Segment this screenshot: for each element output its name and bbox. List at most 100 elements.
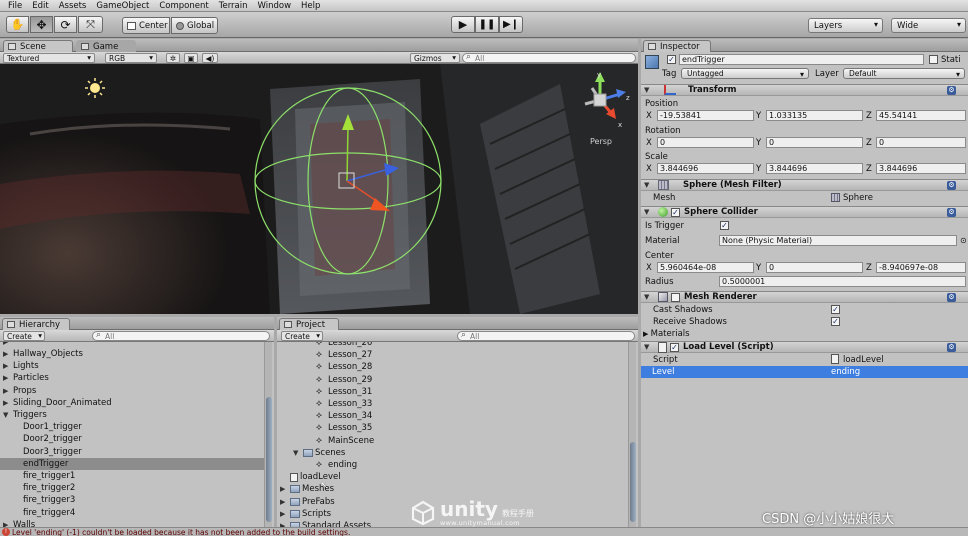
menu-item-assets[interactable]: Assets (54, 1, 92, 11)
space-global-button[interactable]: Global (171, 17, 218, 34)
fold-arrow-icon[interactable]: ▶ (3, 374, 13, 382)
layer-dropdown[interactable]: Default (843, 68, 965, 79)
tab-project[interactable]: Project (279, 318, 339, 330)
level-value[interactable]: ending (831, 367, 860, 377)
scale-z-field[interactable]: 3.844696 (876, 163, 966, 174)
scene-fx-toggle[interactable]: ▣ (184, 53, 198, 63)
physic-material-field[interactable]: None (Physic Material) (719, 235, 957, 246)
gizmos-dropdown[interactable]: Gizmos ▾ (410, 53, 460, 63)
center-y-field[interactable]: 0 (766, 262, 863, 273)
transform-header[interactable]: ▼ Transform (641, 84, 968, 96)
hierarchy-create-dropdown[interactable]: Create ▾ (3, 331, 45, 341)
center-x-field[interactable]: 5.960464e-08 (657, 262, 754, 273)
mesh-value[interactable]: Sphere (843, 193, 873, 203)
fold-arrow-icon[interactable]: ▼ (293, 449, 303, 457)
project-item[interactable]: ⟡ MainScene (277, 435, 627, 447)
scene-search-input[interactable]: All (462, 52, 636, 63)
project-item[interactable]: ⟡ Lesson_28 (277, 361, 627, 373)
menu-item-component[interactable]: Component (154, 1, 213, 11)
static-checkbox[interactable] (929, 55, 938, 64)
hierarchy-item[interactable]: ▼ Triggers (0, 409, 264, 421)
status-bar[interactable]: Level 'ending' (-1) couldn't be loaded b… (0, 527, 968, 536)
layout-dropdown[interactable]: Wide (891, 18, 966, 33)
project-item[interactable]: ⟡ Lesson_35 (277, 422, 627, 434)
scene-audio-toggle[interactable]: ◀) (202, 53, 218, 63)
hierarchy-item[interactable]: fire_trigger2 (0, 482, 264, 494)
step-button[interactable]: ▶❙ (499, 16, 523, 33)
hierarchy-item[interactable]: fire_trigger1 (0, 470, 264, 482)
hierarchy-scrollbar[interactable] (264, 342, 272, 527)
scene-lighting-toggle[interactable]: ✲ (166, 53, 180, 63)
fold-arrow-icon[interactable]: ▶ (3, 387, 13, 395)
mesh-renderer-header[interactable]: ▼ Mesh Renderer (641, 291, 968, 303)
tab-inspector[interactable]: Inspector (643, 40, 711, 52)
hierarchy-item[interactable]: ▶ Hallway_Objects (0, 348, 264, 360)
sun-light-gizmo[interactable] (85, 78, 105, 98)
menu-item-window[interactable]: Window (253, 1, 297, 11)
fold-arrow-icon[interactable]: ▶ (280, 498, 290, 506)
receive-shadows-checkbox[interactable]: ✓ (831, 317, 840, 326)
scale-y-field[interactable]: 3.844696 (766, 163, 863, 174)
rotation-x-field[interactable]: 0 (657, 137, 754, 148)
project-create-dropdown[interactable]: Create ▾ (281, 331, 323, 341)
rotation-y-field[interactable]: 0 (766, 137, 863, 148)
tab-hierarchy[interactable]: Hierarchy (2, 318, 70, 330)
tab-game[interactable]: Game (76, 40, 136, 52)
project-item[interactable]: ⟡ Lesson_31 (277, 386, 627, 398)
fold-arrow-icon[interactable]: ▶ (3, 350, 13, 358)
project-item[interactable]: ⟡ Lesson_26 (277, 342, 627, 349)
move-tool-button[interactable]: ✥ (30, 16, 53, 33)
is-trigger-checkbox[interactable]: ✓ (720, 221, 729, 230)
mesh-filter-header[interactable]: ▼ Sphere (Mesh Filter) (641, 179, 968, 191)
project-item[interactable]: ⟡ Lesson_33 (277, 398, 627, 410)
position-y-field[interactable]: 1.033135 (766, 110, 863, 121)
project-item[interactable]: ▶ Meshes (277, 483, 627, 495)
transform-gear-icon[interactable]: ⚙ (947, 86, 956, 95)
hierarchy-search-input[interactable]: All (92, 330, 270, 341)
hierarchy-item[interactable]: ▶ Particles (0, 372, 264, 384)
rotation-z-field[interactable]: 0 (876, 137, 966, 148)
pause-button[interactable]: ❚❚ (475, 16, 499, 33)
gameobject-name-field[interactable]: endTrigger (679, 54, 924, 65)
gameobject-active-checkbox[interactable]: ✓ (667, 55, 676, 64)
hierarchy-item[interactable]: ▶ Sliding_Door_Animated (0, 397, 264, 409)
fold-arrow-icon[interactable]: ▶ (3, 399, 13, 407)
load-level-gear-icon[interactable]: ⚙ (947, 343, 956, 352)
sphere-collider-header[interactable]: ▼ ✓ Sphere Collider (641, 206, 968, 218)
project-scrollbar[interactable] (628, 342, 636, 527)
position-x-field[interactable]: -19.53841 (657, 110, 754, 121)
tag-dropdown[interactable]: Untagged (681, 68, 809, 79)
load-level-header[interactable]: ▼ ✓ Load Level (Script) (641, 341, 968, 353)
load-level-enabled-checkbox[interactable]: ✓ (670, 342, 679, 352)
menu-item-terrain[interactable]: Terrain (214, 1, 253, 11)
mesh-filter-gear-icon[interactable]: ⚙ (947, 181, 956, 190)
hierarchy-item[interactable]: fire_trigger3 (0, 494, 264, 506)
pivot-center-button[interactable]: Center (122, 17, 170, 34)
project-item[interactable]: ⟡ ending (277, 459, 627, 471)
scale-x-field[interactable]: 3.844696 (657, 163, 754, 174)
fold-arrow-icon[interactable]: ▶ (3, 362, 13, 370)
menu-item-gameobject[interactable]: GameObject (91, 1, 154, 11)
render-mode-dropdown[interactable]: Textured ▾ (3, 53, 95, 63)
hierarchy-item[interactable]: Door1_trigger (0, 421, 264, 433)
project-item[interactable]: ⟡ Lesson_29 (277, 374, 627, 386)
hierarchy-item[interactable]: endTrigger (0, 457, 264, 470)
fold-arrow-icon[interactable]: ▶ (280, 510, 290, 518)
hierarchy-item[interactable]: fire_trigger4 (0, 507, 264, 519)
hand-tool-button[interactable]: ✋ (6, 16, 29, 33)
radius-field[interactable]: 0.5000001 (719, 276, 966, 287)
hierarchy-item[interactable]: ▶ Walls (0, 519, 264, 527)
hierarchy-scroll-thumb[interactable] (266, 397, 272, 522)
hierarchy-item[interactable]: ▶ Lights (0, 360, 264, 372)
play-button[interactable]: ▶ (451, 16, 475, 33)
project-scroll-thumb[interactable] (630, 442, 636, 522)
position-z-field[interactable]: 45.54141 (876, 110, 966, 121)
scene-viewport[interactable]: y z x Persp (0, 64, 638, 314)
center-z-field[interactable]: -8.940697e-08 (876, 262, 966, 273)
fold-arrow-icon[interactable]: ▶ (280, 485, 290, 493)
mesh-renderer-gear-icon[interactable]: ⚙ (947, 293, 956, 302)
sphere-collider-enabled-checkbox[interactable]: ✓ (671, 207, 680, 217)
layers-dropdown[interactable]: Layers (808, 18, 883, 33)
project-item[interactable]: ⟡ Lesson_27 (277, 349, 627, 361)
tab-scene[interactable]: Scene (3, 40, 73, 52)
